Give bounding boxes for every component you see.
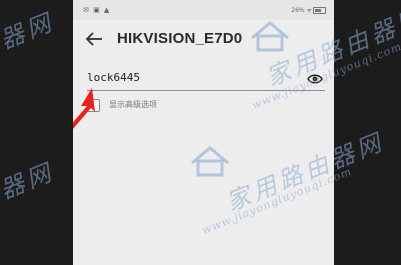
show-password-toggle[interactable]	[307, 70, 323, 84]
password-field[interactable]	[87, 64, 325, 91]
status-bar-notification-icons: ✉ ▣ ▲	[83, 6, 111, 14]
eye-icon	[307, 74, 323, 84]
password-input[interactable]	[87, 69, 297, 85]
arrow-left-icon	[85, 32, 102, 46]
page-title: HIKVISION_E7D0	[117, 30, 243, 47]
advanced-options-label: 显示高级选项	[109, 100, 157, 109]
red-arrow-annotation	[73, 88, 95, 129]
watermark-cn-left: 家用路由器网	[0, 7, 59, 97]
status-bar: ✉ ▣ ▲ 26% ᯤ	[73, 0, 334, 20]
back-button[interactable]	[83, 28, 105, 50]
battery-icon	[313, 7, 326, 14]
phone-screen: ✉ ▣ ▲ 26% ᯤ HIKVISION_E7D0 lock6445 显示高级…	[73, 0, 334, 265]
app-bar: HIKVISION_E7D0	[73, 20, 334, 60]
screenshot-stage: ✉ ▣ ▲ 26% ᯤ HIKVISION_E7D0 lock6445 显示高级…	[0, 0, 401, 265]
status-bar-indicators: 26% ᯤ	[291, 7, 312, 14]
watermark-cn-left-lower: 家用路由器网	[0, 157, 59, 247]
